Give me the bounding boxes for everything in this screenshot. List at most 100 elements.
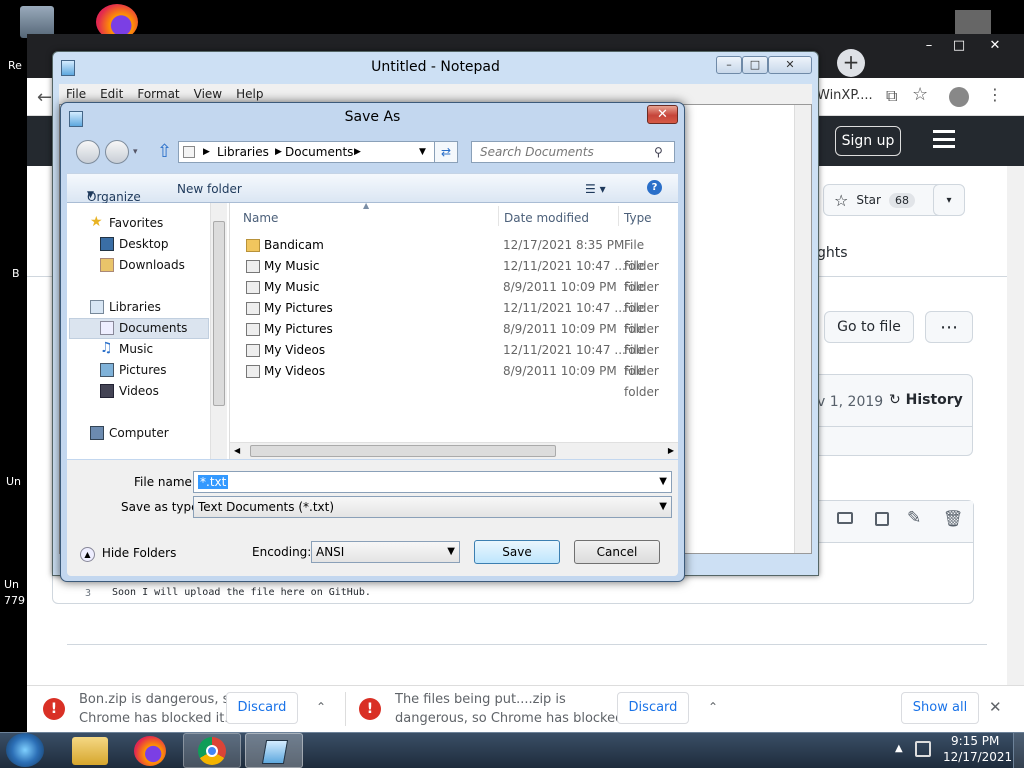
- scroll-right-icon[interactable]: ▶: [668, 446, 674, 455]
- nav-documents[interactable]: Documents: [100, 318, 187, 338]
- notepad-maximize-button[interactable]: □: [742, 56, 768, 74]
- chevron-down-icon: ▼: [659, 501, 667, 512]
- network-icon[interactable]: [915, 741, 931, 757]
- column-type[interactable]: Type: [624, 211, 652, 225]
- notepad-close-button[interactable]: ✕: [768, 56, 812, 74]
- breadcrumb-documents[interactable]: Documents: [285, 142, 353, 162]
- nav-computer-label: Computer: [109, 426, 169, 440]
- menu-format[interactable]: Format: [130, 84, 186, 101]
- profile-avatar[interactable]: [949, 87, 969, 107]
- file-list-hscrollbar[interactable]: ◀ ▶: [230, 442, 678, 459]
- menu-edit[interactable]: Edit: [93, 84, 130, 101]
- nav-music[interactable]: ♫ Music: [100, 339, 153, 359]
- clock-time[interactable]: 9:15 PM: [951, 734, 999, 748]
- hamburger-menu-icon[interactable]: [933, 130, 955, 148]
- chrome-taskbar-icon[interactable]: [183, 733, 241, 768]
- file-row[interactable]: My Videos 8/9/2011 10:09 PM File folder: [230, 361, 678, 399]
- clock-date[interactable]: 12/17/2021: [943, 750, 1012, 764]
- nav-pictures[interactable]: Pictures: [100, 360, 167, 380]
- file-name-dropdown-icon[interactable]: ▼: [659, 472, 667, 492]
- forward-arrow-icon[interactable]: [105, 140, 129, 164]
- scroll-left-icon[interactable]: ◀: [234, 446, 240, 455]
- folder-icon: [246, 239, 260, 252]
- notepad-taskbar-icon[interactable]: [245, 733, 303, 768]
- address-dropdown-icon[interactable]: ▼: [419, 142, 426, 162]
- search-documents-input[interactable]: Search Documents: [471, 141, 675, 163]
- display-source-icon[interactable]: [837, 512, 853, 524]
- show-all-button[interactable]: Show all: [901, 692, 979, 724]
- close-icon[interactable]: ✕: [981, 38, 1009, 54]
- menu-view[interactable]: View: [187, 84, 229, 101]
- nav-libraries[interactable]: Libraries: [90, 297, 161, 317]
- column-date-modified[interactable]: Date modified: [504, 211, 589, 225]
- file-row[interactable]: Bandicam 12/17/2021 8:35 PM File folder: [230, 235, 678, 273]
- save-button[interactable]: Save: [474, 540, 560, 564]
- go-to-file-button[interactable]: Go to file: [824, 311, 914, 343]
- discard-button[interactable]: Discard: [617, 692, 689, 724]
- back-icon[interactable]: ←: [37, 87, 52, 108]
- nav-desktop-label: Desktop: [119, 237, 169, 251]
- file-row[interactable]: My Pictures 8/9/2011 10:09 PM File folder: [230, 319, 678, 357]
- refresh-icon[interactable]: ⇄: [434, 141, 458, 163]
- star-dropdown-button[interactable]: ▾: [933, 184, 965, 216]
- nav-computer[interactable]: Computer: [90, 423, 169, 443]
- nav-pane-scrollbar[interactable]: [210, 203, 227, 459]
- breadcrumb-libraries[interactable]: Libraries: [217, 142, 269, 162]
- file-name: My Music: [264, 259, 320, 273]
- discard-button[interactable]: Discard: [226, 692, 298, 724]
- menu-file[interactable]: File: [59, 84, 93, 101]
- notepad-minimize-button[interactable]: –: [716, 56, 742, 74]
- file-row[interactable]: My Videos 12/11/2021 10:47 ... File folder: [230, 340, 678, 378]
- address-bar[interactable]: ▶ Libraries ▶ Documents ▶ ▼: [178, 141, 448, 163]
- file-row[interactable]: My Music 8/9/2011 10:09 PM File folder: [230, 277, 678, 315]
- more-options-button[interactable]: ⋯: [925, 311, 973, 343]
- insights-tab[interactable]: ghts: [817, 245, 848, 261]
- nav-desktop[interactable]: Desktop: [100, 234, 169, 254]
- notepad-scrollbar[interactable]: [794, 105, 811, 553]
- share-icon[interactable]: ⧉: [886, 86, 897, 106]
- nav-videos[interactable]: Videos: [100, 381, 159, 401]
- hide-folders-toggle[interactable]: ▲ Hide Folders: [80, 546, 176, 562]
- chevron-up-icon[interactable]: ⌃: [316, 698, 326, 717]
- edit-pencil-icon[interactable]: ✎: [907, 508, 921, 528]
- desktop-label-779: 779: [4, 594, 25, 607]
- close-shelf-icon[interactable]: ✕: [989, 698, 1002, 716]
- nav-favorites[interactable]: ★ Favorites: [90, 213, 163, 233]
- new-tab-button[interactable]: +: [837, 49, 865, 77]
- nav-downloads[interactable]: Downloads: [100, 255, 185, 275]
- address-bar-text[interactable]: WinXP....: [817, 88, 873, 103]
- help-icon[interactable]: ?: [647, 180, 662, 195]
- notepad-title: Untitled - Notepad: [371, 59, 500, 75]
- show-hidden-icons[interactable]: ▲: [895, 743, 903, 754]
- chevron-up-icon[interactable]: ⌃: [708, 698, 718, 717]
- new-folder-button[interactable]: New folder: [177, 182, 242, 196]
- minimize-icon[interactable]: –: [915, 38, 943, 54]
- delete-trash-icon[interactable]: 🗑: [943, 509, 963, 528]
- firefox-taskbar-icon[interactable]: [134, 736, 166, 766]
- sign-up-button[interactable]: Sign up: [835, 126, 901, 156]
- start-button[interactable]: [6, 733, 44, 767]
- chrome-menu-icon[interactable]: ⋮: [987, 85, 1003, 104]
- view-options-icon[interactable]: ☰ ▾: [585, 182, 606, 196]
- column-name[interactable]: Name: [243, 211, 278, 225]
- recent-dropdown-icon[interactable]: ▾: [133, 147, 138, 157]
- hscroll-thumb[interactable]: [250, 445, 556, 457]
- maximize-icon[interactable]: □: [945, 38, 973, 54]
- file-row[interactable]: My Music 12/11/2021 10:47 ... File folder: [230, 256, 678, 294]
- history-link[interactable]: ↻ History: [889, 392, 963, 408]
- up-folder-icon[interactable]: ⇧: [157, 141, 172, 162]
- file-row[interactable]: My Pictures 12/11/2021 10:47 ... File fold…: [230, 298, 678, 336]
- bookmark-star-icon[interactable]: ☆: [912, 84, 928, 105]
- back-arrow-icon[interactable]: [76, 140, 100, 164]
- encoding-select[interactable]: ANSI ▼: [311, 541, 460, 563]
- explorer-taskbar-icon[interactable]: [72, 737, 108, 765]
- menu-help[interactable]: Help: [229, 84, 270, 101]
- cancel-button[interactable]: Cancel: [574, 540, 660, 564]
- star-button[interactable]: ☆ Star 68: [823, 184, 947, 216]
- page-scrollbar[interactable]: [1007, 166, 1024, 685]
- copy-icon[interactable]: [875, 512, 889, 526]
- show-desktop-button[interactable]: [1013, 733, 1024, 768]
- dialog-close-button[interactable]: ✕: [647, 105, 678, 124]
- nav-scroll-thumb[interactable]: [213, 221, 225, 406]
- save-as-type-select[interactable]: Text Documents (*.txt) ▼: [193, 496, 672, 518]
